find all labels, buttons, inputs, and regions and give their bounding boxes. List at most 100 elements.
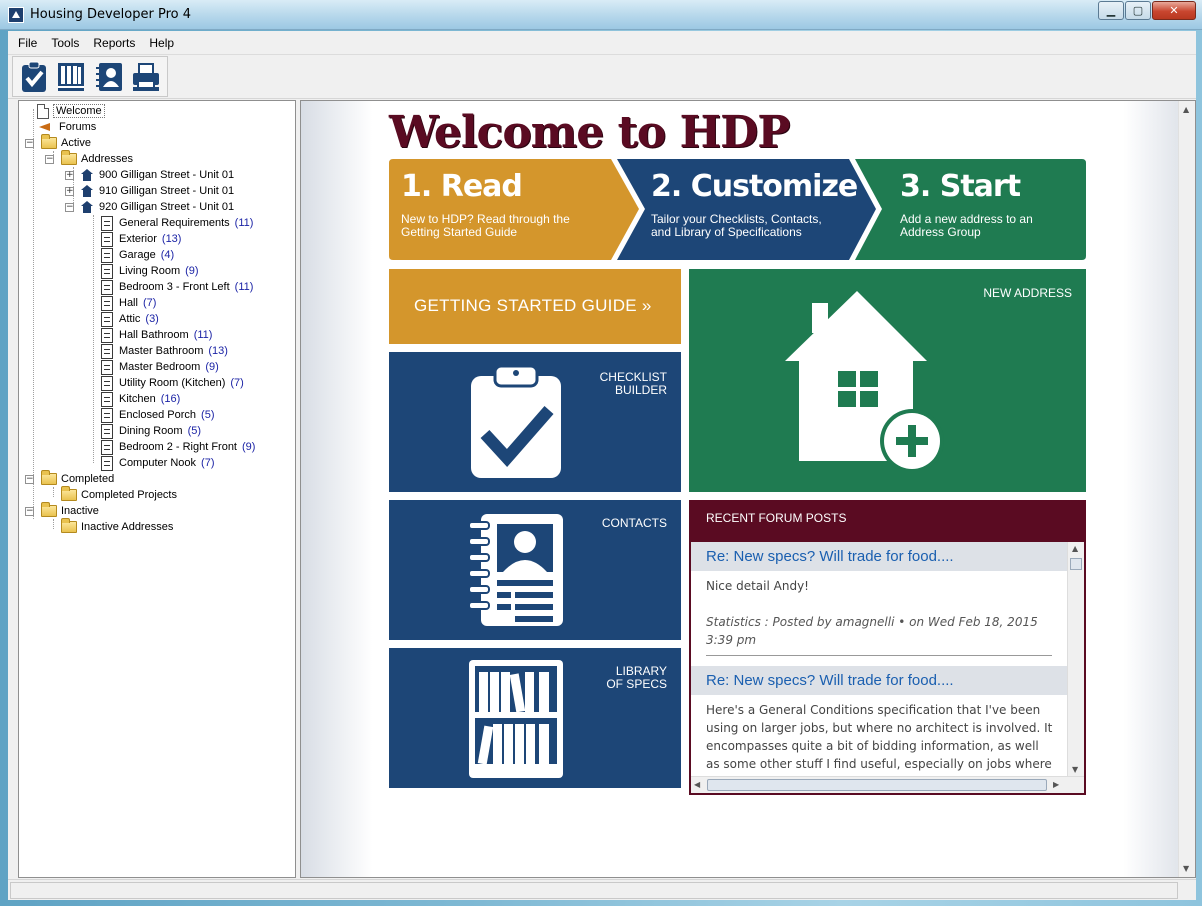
tree-item-room[interactable]: Hall Bathroom (11)	[101, 327, 212, 343]
document-icon	[101, 343, 113, 359]
menu-tools[interactable]: Tools	[43, 36, 85, 50]
expand-address-toggle[interactable]: +	[65, 187, 74, 196]
room-label: Master Bathroom	[119, 345, 204, 357]
room-count: (9)	[242, 441, 256, 453]
folder-icon	[41, 502, 57, 517]
minimize-button[interactable]: ▁	[1098, 1, 1124, 20]
step-start-desc: Add a new address to an Address Group	[900, 212, 1033, 239]
post-divider	[706, 655, 1052, 656]
menu-help[interactable]: Help	[141, 36, 180, 50]
maximize-button[interactable]: ▢	[1125, 1, 1151, 20]
content-vertical-scrollbar[interactable]: ▲ ▼	[1178, 101, 1195, 877]
contacts-button[interactable]	[92, 59, 126, 95]
document-icon	[101, 247, 113, 263]
document-icon	[101, 311, 113, 327]
scroll-up-icon[interactable]: ▲	[1072, 544, 1078, 553]
house-icon	[81, 201, 93, 213]
forum-post-title-link[interactable]: Re: New specs? Will trade for food....	[691, 666, 1067, 695]
tree-item-inactive-addresses[interactable]: Inactive Addresses	[61, 518, 175, 535]
collapse-completed-toggle[interactable]: −	[25, 475, 34, 484]
scroll-down-icon[interactable]: ▼	[1183, 864, 1189, 873]
room-label: Hall	[119, 297, 138, 309]
step-read-desc: New to HDP? Read through the Getting Star…	[401, 212, 570, 239]
forum-post-title-link[interactable]: Re: New specs? Will trade for food....	[691, 542, 1067, 571]
tree-label-active: Active	[61, 137, 91, 149]
room-count: (7)	[230, 377, 244, 389]
tree-item-room[interactable]: Garage (4)	[101, 247, 174, 263]
tree-item-room[interactable]: Bedroom 2 - Right Front (9)	[101, 439, 255, 455]
tree-item-welcome[interactable]: Welcome	[37, 103, 105, 119]
collapse-active-toggle[interactable]: −	[25, 139, 34, 148]
room-count: (7)	[142, 297, 157, 309]
forum-vertical-scrollbar[interactable]: ▲ ▼	[1067, 542, 1084, 776]
scroll-thumb[interactable]	[1070, 558, 1082, 570]
navigation-tree[interactable]: Welcome Forums − Active − Addresses + 90…	[18, 100, 296, 878]
checklist-builder-label: CHECKLIST BUILDER	[599, 370, 667, 397]
tree-item-room[interactable]: Bedroom 3 - Front Left (11)	[101, 279, 253, 295]
tree-label-addresses: Addresses	[81, 153, 133, 165]
getting-started-guide-button[interactable]: GETTING STARTED GUIDE »	[389, 269, 681, 344]
new-address-label: NEW ADDRESS	[983, 286, 1072, 300]
scroll-right-icon[interactable]: ▶	[1053, 780, 1059, 789]
folder-icon	[61, 150, 77, 165]
document-icon	[101, 327, 113, 343]
step-read[interactable]: 1. Read New to HDP? Read through the Gett…	[389, 159, 619, 260]
tree-item-room[interactable]: Master Bathroom (13)	[101, 343, 228, 359]
collapse-inactive-toggle[interactable]: −	[25, 507, 34, 516]
menu-reports[interactable]: Reports	[85, 36, 141, 50]
step-start[interactable]: 3. Start Add a new address to an Address …	[888, 159, 1086, 260]
room-label: Utility Room (Kitchen)	[119, 377, 226, 389]
tree-item-completed-projects[interactable]: Completed Projects	[61, 486, 179, 503]
scroll-up-icon[interactable]: ▲	[1183, 105, 1189, 114]
address-book-icon	[468, 514, 563, 626]
tree-item-room[interactable]: Kitchen (16)	[101, 391, 180, 407]
menu-file[interactable]: File	[10, 36, 43, 50]
tree-item-room[interactable]: Enclosed Porch (5)	[101, 407, 215, 423]
tree-item-addresses[interactable]: Addresses	[61, 150, 135, 167]
room-label: Enclosed Porch	[119, 409, 197, 421]
tree-item-room[interactable]: Hall (7)	[101, 295, 156, 311]
expand-address-toggle[interactable]: +	[65, 171, 74, 180]
room-count: (5)	[201, 409, 215, 421]
collapse-address-toggle[interactable]: −	[65, 203, 74, 212]
print-button[interactable]	[130, 59, 164, 95]
forum-post-meta: Statistics : Posted by amagnelli • on We…	[706, 615, 1038, 647]
house-icon	[81, 185, 93, 197]
tree-item-room[interactable]: Utility Room (Kitchen) (7)	[101, 375, 244, 391]
forum-horizontal-scrollbar[interactable]: ◀ ▶	[691, 776, 1084, 793]
library-of-specs-tile[interactable]: LIBRARY OF SPECS	[389, 648, 681, 788]
library-button[interactable]	[55, 59, 89, 95]
room-label: Hall Bathroom	[119, 329, 189, 341]
tree-item-room[interactable]: Computer Nook (7)	[101, 455, 215, 471]
scroll-left-icon[interactable]: ◀	[694, 780, 700, 789]
forum-post-body: Nice detail Andy!	[706, 579, 809, 593]
recent-forum-posts-panel: RECENT FORUM POSTS Re: New specs? Will t…	[689, 500, 1086, 795]
recent-forum-posts-title: RECENT FORUM POSTS	[706, 511, 847, 525]
close-button[interactable]: ✕	[1152, 1, 1196, 20]
scroll-down-icon[interactable]: ▼	[1072, 765, 1078, 774]
tree-item-room[interactable]: Living Room (9)	[101, 263, 199, 279]
document-icon	[101, 263, 113, 279]
checklist-builder-tile[interactable]: CHECKLIST BUILDER	[389, 352, 681, 492]
collapse-addresses-toggle[interactable]: −	[45, 155, 54, 164]
tree-item-completed[interactable]: Completed	[41, 470, 116, 487]
tree-item-room[interactable]: Dining Room (5)	[101, 423, 201, 439]
title-bar[interactable]: Housing Developer Pro 4 ▁ ▢ ✕	[0, 0, 1202, 30]
tree-item-address[interactable]: 910 Gilligan Street - Unit 01	[81, 183, 236, 199]
step-customize[interactable]: 2. Customize Tailor your Checklists, Con…	[639, 159, 869, 260]
checklist-button[interactable]	[17, 59, 51, 95]
megaphone-icon	[37, 121, 53, 133]
tree-item-room[interactable]: Exterior (13)	[101, 231, 181, 247]
tree-item-address[interactable]: 920 Gilligan Street - Unit 01	[81, 199, 236, 215]
hscroll-thumb[interactable]	[707, 779, 1047, 791]
tree-item-room[interactable]: Master Bedroom (9)	[101, 359, 219, 375]
tree-item-address[interactable]: 900 Gilligan Street - Unit 01	[81, 167, 236, 183]
new-address-tile[interactable]: NEW ADDRESS	[689, 269, 1086, 492]
forum-post-list[interactable]: Re: New specs? Will trade for food.... N…	[691, 542, 1084, 793]
tree-item-inactive[interactable]: Inactive	[41, 502, 101, 519]
tree-item-active[interactable]: Active	[41, 134, 93, 151]
tree-item-forums[interactable]: Forums	[37, 119, 98, 135]
tree-item-room[interactable]: Attic (3)	[101, 311, 159, 327]
contacts-tile[interactable]: CONTACTS	[389, 500, 681, 640]
tree-item-room[interactable]: General Requirements (11)	[101, 215, 253, 231]
